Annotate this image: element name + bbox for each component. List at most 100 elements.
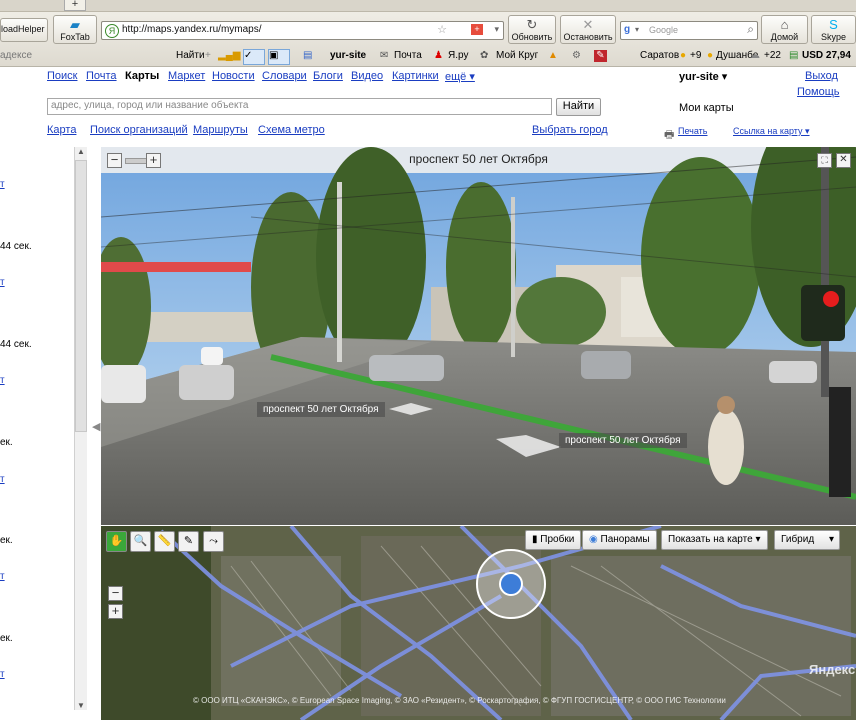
nav-mail[interactable]: Почта (86, 70, 117, 82)
nav-more[interactable]: ещё ▾ (445, 70, 475, 83)
url-dropdown-icon[interactable]: ▾ (494, 24, 499, 35)
foxtab-button[interactable]: ▰ FoxTab (53, 15, 97, 44)
toolbar-yaru-button[interactable]: Я.ру (448, 50, 468, 61)
sun-icon: ● (707, 50, 714, 61)
panorama-zoom-in-button[interactable]: + (146, 153, 161, 168)
toolbar-find-button[interactable]: Найти (176, 50, 205, 61)
search-icon[interactable]: ⌕ (747, 22, 754, 37)
ruler-tool-icon[interactable]: 📏 (154, 531, 175, 552)
nav-dictionaries[interactable]: Словари (262, 70, 307, 82)
scroll-up-icon[interactable]: ▲ (77, 147, 85, 156)
toolbar-yaru-icon[interactable]: ♟ (434, 50, 443, 61)
traffic-button[interactable]: ▮ Пробки (525, 530, 582, 550)
browser-chrome: + loadHelper ▰ FoxTab Я http://maps.yand… (0, 0, 856, 67)
subnav-routes[interactable]: Маршруты (193, 124, 248, 136)
list-item[interactable]: т (0, 571, 5, 582)
street-panorama[interactable]: проспект 50 лет Октября проспект 50 лет … (101, 147, 856, 525)
tab-strip (0, 0, 856, 12)
toolbar-check-icon[interactable]: ✓ (243, 49, 265, 65)
address-search-placeholder: адрес, улица, город или название объекта (51, 100, 249, 111)
list-item[interactable]: т (0, 669, 5, 680)
toolbar-market-icon[interactable]: ▲ (548, 50, 558, 61)
subnav-map[interactable]: Карта (47, 124, 76, 136)
note-tool-icon[interactable]: ✎ (178, 531, 199, 552)
panorama-close-button[interactable]: ✕ (836, 153, 851, 168)
scroll-down-icon[interactable]: ▼ (77, 701, 85, 710)
yandex-toolbar: адексе Найти + ▂▄▆ ✓ ▣ ▤ yur-site ✉ Почт… (0, 48, 856, 65)
toolbar-mail-button[interactable]: Почта (394, 50, 422, 61)
nav-maps[interactable]: Карты (125, 70, 159, 82)
hand-tool-icon[interactable]: ✋ (106, 531, 127, 552)
home-icon: ⌂ (780, 17, 789, 32)
subnav-choose-city[interactable]: Выбрать город (532, 124, 608, 136)
zoom-tool-icon[interactable]: 🔍 (130, 531, 151, 552)
bookmark-star-icon[interactable]: ☆ (437, 23, 447, 36)
user-menu[interactable]: yur-site ▾ (679, 70, 727, 83)
panorama-street-label-left[interactable]: проспект 50 лет Октября (257, 402, 385, 417)
search-engine-box[interactable]: g ▾ Google ⌕ (620, 21, 758, 40)
satellite-map[interactable]: ✋ 🔍 📏 ✎ ⤳ ▮ Пробки ◉ Панорамы Показать н… (101, 526, 856, 720)
stop-button[interactable]: ✕ Остановить (560, 15, 616, 44)
nav-blogs[interactable]: Блоги (313, 70, 343, 82)
toolbar-red-icon[interactable]: ✎ (594, 50, 607, 62)
toolbar-signal-icon[interactable]: ▂▄▆ (218, 50, 240, 61)
currency-icon: ▤ (789, 50, 799, 61)
toolbar-screen-icon[interactable]: ▣ (268, 49, 290, 65)
chevron-down-icon: ▾ (755, 534, 761, 545)
reload-button[interactable]: ↻ Обновить (508, 15, 556, 44)
new-tab-button[interactable]: + (64, 0, 86, 11)
nav-video[interactable]: Видео (351, 70, 383, 82)
print-link[interactable]: Печать (678, 126, 707, 136)
nav-search[interactable]: Поиск (47, 70, 77, 82)
list-item[interactable]: т (0, 375, 5, 386)
map-layer-dropdown[interactable]: Гибрид ▾ (774, 530, 840, 550)
fullscreen-icon[interactable]: ⛶ (817, 153, 832, 168)
toolbar-usd: USD 27,94 (802, 50, 851, 61)
list-scrollbar-thumb[interactable] (75, 160, 87, 432)
nav-news[interactable]: Новости (212, 70, 255, 82)
list-item[interactable]: т (0, 474, 5, 485)
nav-market[interactable]: Маркет (168, 70, 205, 82)
panoramas-button[interactable]: ◉ Панорамы (582, 530, 657, 550)
toolbar-site-button[interactable]: yur-site (330, 50, 366, 61)
toolbar-settings-icon[interactable]: ⚙ (572, 50, 581, 61)
toolbar-tools-icon[interactable]: ▤ (303, 50, 312, 61)
print-icon[interactable]: 🖶 (664, 126, 674, 145)
reload-icon: ↻ (526, 17, 538, 32)
toolbar-mail-icon[interactable]: ✉ (380, 50, 388, 61)
show-on-map-dropdown[interactable]: Показать на карте ▾ (661, 530, 768, 550)
my-maps-title: Мои карты (679, 102, 734, 114)
home-button[interactable]: ⌂ Домой (761, 15, 808, 44)
toolbar-moykrug-button[interactable]: Мой Круг (496, 50, 538, 61)
subnav-metro[interactable]: Схема метро (258, 124, 325, 136)
route-tool-icon[interactable]: ⤳ (203, 531, 224, 552)
map-zoom-in-button[interactable]: + (108, 604, 123, 619)
home-label: Домой (770, 32, 799, 42)
url-bar[interactable]: Я http://maps.yandex.ru/mymaps/ ☆ + ▾ (101, 21, 504, 40)
url-text: http://maps.yandex.ru/mymaps/ (122, 24, 262, 35)
logout-link[interactable]: Выход (805, 70, 838, 82)
panorama-zoom-out-button[interactable]: − (107, 153, 122, 168)
show-on-map-label: Показать на карте (668, 534, 753, 545)
map-zoom-out-button[interactable]: − (108, 586, 123, 601)
reload-label: Обновить (511, 32, 553, 42)
list-item[interactable]: т (0, 277, 5, 288)
sun-icon: ● (680, 50, 687, 61)
toolbar-plus-icon[interactable]: + (205, 50, 211, 61)
subnav-orgs[interactable]: Поиск организаций (90, 124, 188, 136)
panoramas-label: Панорамы (600, 534, 650, 545)
find-button[interactable]: Найти (556, 98, 601, 116)
skype-button[interactable]: S Skype (811, 15, 856, 44)
collapse-panel-icon[interactable]: ◀ (92, 420, 100, 433)
help-link[interactable]: Помощь (797, 86, 840, 98)
toolbar-gear-icon[interactable]: ✿ (480, 50, 488, 61)
addon-plus-icon[interactable]: + (471, 24, 483, 35)
list-item[interactable]: т (0, 179, 5, 190)
nav-images[interactable]: Картинки (392, 70, 439, 82)
download-helper-button[interactable]: loadHelper (0, 18, 48, 42)
toolbar-temp1: +9 (690, 50, 702, 61)
address-search-input[interactable]: адрес, улица, город или название объекта (47, 98, 552, 115)
stop-label: Остановить (563, 32, 613, 42)
map-link[interactable]: Ссылка на карту ▾ (733, 126, 810, 137)
panorama-street-label-right[interactable]: проспект 50 лет Октября (559, 433, 687, 448)
